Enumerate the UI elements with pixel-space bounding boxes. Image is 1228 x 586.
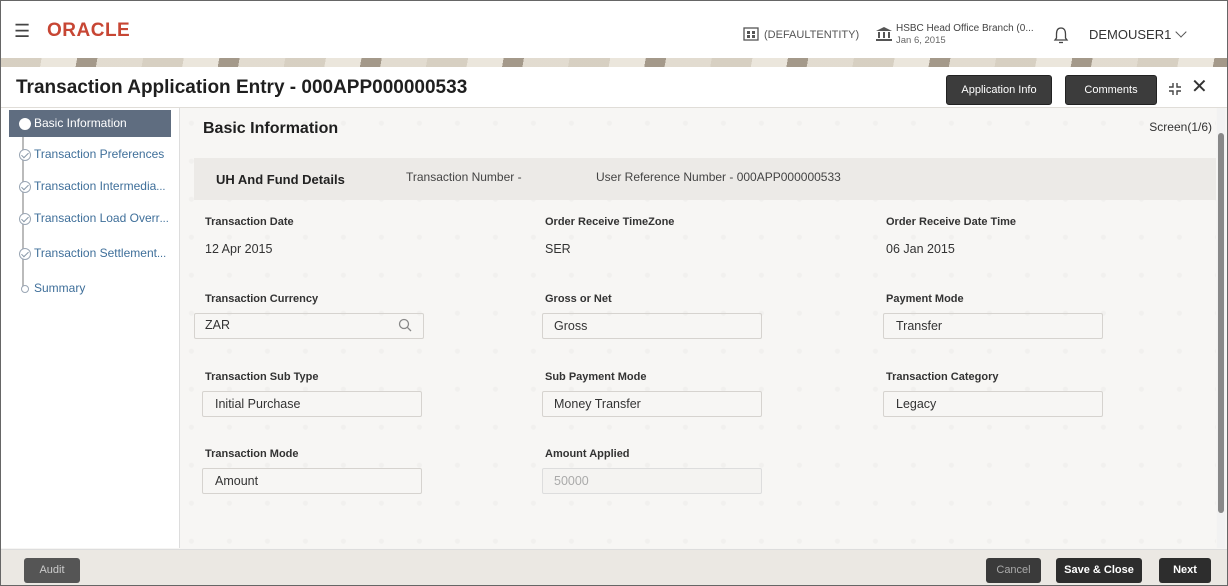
chevron-down-icon: [1175, 26, 1188, 38]
info-tab-strip: UH And Fund Details Transaction Number -…: [194, 158, 1216, 200]
sidebar-item-label: Transaction Settlement: [34, 246, 157, 260]
step-pending-icon: [21, 285, 29, 293]
step-check-icon: [19, 248, 31, 260]
entity-icon[interactable]: [743, 27, 759, 41]
oracle-logo: ORACLE: [47, 20, 131, 41]
user-reference-number: User Reference Number - 000APP000000533: [596, 170, 841, 184]
branch-name[interactable]: HSBC Head Office Branch (0...: [896, 23, 1034, 34]
sidebar-item-transaction-intermediary[interactable]: Transaction Intermedia...: [9, 173, 179, 200]
transaction-currency-value: ZAR: [205, 318, 230, 332]
sidebar-item-transaction-preferences[interactable]: Transaction Preferences: [9, 141, 179, 168]
sidebar-item-label: Summary: [34, 281, 86, 295]
ellipsis: ...: [159, 213, 169, 225]
sidebar-item-label: Transaction Preferences: [34, 147, 165, 161]
ellipsis: ...: [156, 181, 166, 193]
audit-button[interactable]: Audit: [24, 558, 80, 583]
gross-or-net-label: Gross or Net: [545, 293, 612, 305]
step-check-icon: [19, 149, 31, 161]
sidebar-item-summary[interactable]: Summary: [9, 275, 179, 302]
sidebar-item-basic-information[interactable]: Basic Information: [9, 110, 171, 137]
search-icon[interactable]: [398, 318, 412, 332]
user-menu[interactable]: DEMOUSER1: [1089, 26, 1188, 42]
step-check-icon: [19, 181, 31, 193]
cancel-button[interactable]: Cancel: [986, 558, 1041, 583]
sidebar-item-transaction-load-override[interactable]: Transaction Load Overr...: [9, 205, 179, 232]
bell-icon[interactable]: [1053, 26, 1069, 44]
transaction-mode-label: Transaction Mode: [205, 448, 299, 460]
amount-applied-value: 50000: [554, 474, 589, 488]
close-icon[interactable]: ✕: [1191, 77, 1208, 97]
application-info-button[interactable]: Application Info: [946, 75, 1052, 105]
transaction-category-label: Transaction Category: [886, 371, 999, 383]
sidebar-item-label-wrap: Transaction Settlement...: [34, 240, 166, 268]
entity-selector[interactable]: (DEFAULTENTITY): [764, 29, 859, 41]
order-receive-timezone-label: Order Receive TimeZone: [545, 216, 675, 228]
sidebar-item-transaction-settlement[interactable]: Transaction Settlement...: [9, 240, 179, 267]
order-receive-datetime-value[interactable]: 06 Jan 2015: [886, 242, 955, 256]
save-and-close-button[interactable]: Save & Close: [1056, 558, 1142, 583]
transaction-date-value[interactable]: 12 Apr 2015: [205, 242, 272, 256]
transaction-mode-value: Amount: [215, 474, 259, 488]
order-receive-datetime-label: Order Receive Date Time: [886, 216, 1017, 228]
gross-or-net-value: Gross: [554, 319, 588, 333]
transaction-number: Transaction Number -: [406, 170, 522, 184]
vertical-scrollbar[interactable]: [1217, 108, 1225, 548]
page-title: Transaction Application Entry - 000APP00…: [16, 77, 468, 98]
sidebar-item-label: Transaction Intermedia: [34, 179, 157, 193]
comments-button[interactable]: Comments: [1065, 75, 1157, 105]
bank-icon[interactable]: [876, 27, 892, 41]
order-receive-timezone-value[interactable]: SER: [545, 242, 571, 256]
sidebar-item-label-wrap: Transaction Intermedia...: [34, 173, 165, 201]
collapse-icon[interactable]: [1168, 82, 1182, 96]
footer-bar: Audit Cancel Save & Close Next: [1, 549, 1227, 585]
user-name: DEMOUSER1: [1089, 27, 1172, 42]
sidebar-item-label-wrap: Transaction Load Overr...: [34, 205, 169, 233]
payment-mode-label: Payment Mode: [886, 293, 964, 305]
transaction-currency-label: Transaction Currency: [205, 293, 319, 305]
sidebar-item-label: Transaction Load Overr: [34, 211, 160, 225]
transaction-category-value: Legacy: [896, 397, 937, 411]
sidebar-item-label: Basic Information: [34, 116, 127, 130]
amount-applied-label: Amount Applied: [545, 448, 630, 460]
top-bar: ☰ ORACLE (DEFAULTENTITY) HSBC Head Offic…: [1, 1, 1227, 58]
section-title: Basic Information: [203, 120, 339, 137]
scrollbar-thumb[interactable]: [1218, 133, 1224, 513]
tab-uh-fund-details[interactable]: UH And Fund Details: [216, 172, 345, 187]
app-window: ☰ ORACLE (DEFAULTENTITY) HSBC Head Offic…: [0, 0, 1228, 586]
sub-payment-mode-label: Sub Payment Mode: [545, 371, 647, 383]
main-content: Basic Information Screen(1/6) UH And Fun…: [180, 108, 1216, 548]
payment-mode-value: Transfer: [896, 319, 943, 333]
branch-date: Jan 6, 2015: [896, 35, 946, 46]
sidebar: Basic Information Transaction Preference…: [1, 108, 180, 548]
sub-payment-mode-value: Money Transfer: [554, 397, 641, 411]
ellipsis: ...: [156, 248, 167, 260]
next-button[interactable]: Next: [1159, 558, 1211, 583]
screen-counter: Screen(1/6): [1149, 120, 1212, 134]
hamburger-menu-icon[interactable]: ☰: [14, 22, 30, 40]
step-check-icon: [19, 213, 31, 225]
transaction-sub-type-label: Transaction Sub Type: [205, 371, 319, 383]
transaction-sub-type-value: Initial Purchase: [215, 397, 301, 411]
decorative-band: [1, 58, 1227, 67]
step-active-icon: [19, 118, 31, 130]
transaction-date-label: Transaction Date: [205, 216, 294, 228]
